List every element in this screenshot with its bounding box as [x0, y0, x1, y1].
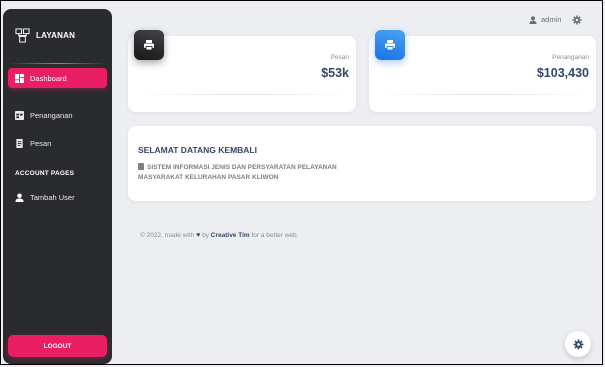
username: admin	[541, 15, 562, 24]
section-label-account-pages: ACCOUNT PAGES	[15, 170, 75, 177]
sidebar-item-dashboard[interactable]: Dashboard	[8, 68, 107, 88]
sidebar-item-label: Penanganan	[30, 110, 73, 120]
stat-label: Pesan	[330, 54, 349, 61]
brand-logo-icon	[15, 28, 30, 43]
sidebar-item-pesan[interactable]: Pesan	[8, 133, 107, 153]
card-divider	[375, 94, 590, 95]
stat-value: $53k	[321, 66, 349, 80]
welcome-subtitle-text: SISTEM INFORMASI JENIS DAN PERSYARATAN P…	[138, 164, 337, 181]
stat-value: $103,430	[536, 66, 589, 80]
sidebar: LAYANAN Dashboard Penanganan Pesan ACCOU…	[3, 9, 112, 364]
card-divider	[134, 94, 350, 95]
settings-gear-icon	[573, 339, 583, 349]
sidebar-divider	[9, 63, 106, 64]
user-menu[interactable]: admin	[529, 15, 561, 24]
sidebar-item-label: Pesan	[30, 138, 52, 148]
brand-name: LAYANAN	[36, 31, 76, 40]
table-icon	[15, 110, 24, 120]
print-icon	[385, 40, 395, 51]
footer: © 2022, made with ♥ by Creative Tim for …	[140, 232, 298, 239]
heart-icon: ♥	[196, 232, 201, 239]
footer-author-link[interactable]: Creative Tim	[211, 232, 250, 239]
brand[interactable]: LAYANAN	[15, 28, 75, 43]
configurator-button[interactable]	[565, 331, 591, 357]
sidebar-item-label: Dashboard	[30, 73, 67, 83]
book-icon	[138, 163, 144, 170]
stat-icon-box	[134, 30, 164, 60]
person-icon	[15, 192, 24, 202]
welcome-card: SELAMAT DATANG KEMBALI SISTEM INFORMASI …	[128, 126, 596, 201]
stat-icon-box	[375, 30, 405, 60]
stat-card-pesan: Pesan $53k	[128, 30, 356, 112]
footer-suffix: for a better web.	[251, 232, 299, 239]
print-icon	[144, 40, 154, 51]
stat-label: Penanganan	[552, 54, 589, 61]
welcome-title: SELAMAT DATANG KEMBALI	[138, 145, 257, 155]
dashboard-icon	[15, 73, 24, 83]
welcome-subtitle: SISTEM INFORMASI JENIS DAN PERSYARATAN P…	[138, 163, 358, 183]
sidebar-item-label: Tambah User	[30, 192, 75, 202]
user-icon	[529, 15, 537, 24]
footer-by: by	[202, 232, 209, 239]
sidebar-item-tambah-user[interactable]: Tambah User	[8, 187, 107, 207]
logout-button[interactable]: LOGOUT	[8, 335, 107, 357]
settings-gear-icon[interactable]	[572, 15, 582, 25]
receipt-icon	[16, 138, 23, 148]
sidebar-item-penanganan[interactable]: Penanganan	[8, 105, 107, 125]
stat-card-penanganan: Penanganan $103,430	[369, 30, 596, 112]
footer-prefix: © 2022, made with	[140, 232, 195, 239]
